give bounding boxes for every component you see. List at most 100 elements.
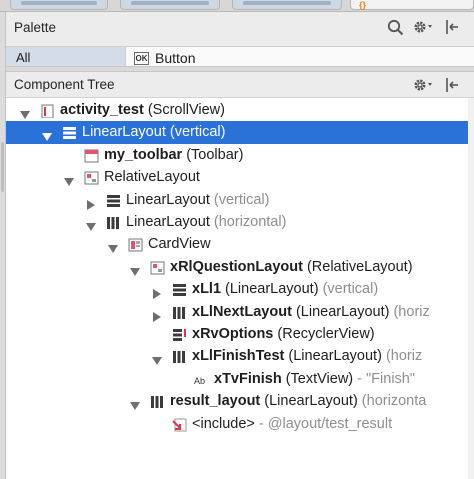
tree-row[interactable]: CardView [6,233,474,255]
tree-row[interactable]: <include> - @layout/test_result [6,413,474,435]
palette-list-row: All OK Button [6,46,474,67]
tree-row-label: LinearLayout (vertical) [126,189,269,211]
component-detail: (vertical) [318,281,379,298]
component-type: (LinearLayout) [291,303,390,320]
tree-row-label: xRlQuestionLayout (RelativeLayout) [170,256,413,278]
tree-row[interactable]: LinearLayout (horizontal) [6,211,474,233]
component-tree-header: Component Tree [6,72,474,98]
component-detail: (horiz [389,303,430,320]
hide-panel-icon[interactable] [442,76,462,94]
component-type: (LinearLayout) [260,393,358,410]
tree-row[interactable]: my_toolbar (Toolbar) [6,144,474,166]
editor-tab-strip: {} [0,0,474,12]
recyclerview-icon [172,327,187,341]
linearlayout-horizontal-icon [106,215,121,229]
tree-row-label: xLlFinishTest (LinearLayout) (horiz [192,345,422,367]
tab-title-bar [243,1,331,5]
component-name: LinearLayout [126,191,210,208]
palette-category-all[interactable]: All [6,47,126,67]
component-type: (RecyclerView) [273,326,375,342]
tree-row[interactable]: LinearLayout (vertical) [6,121,474,144]
component-type: (RelativeLayout) [302,258,413,275]
tree-row-label: xRvOptions (RecyclerView) [192,323,375,345]
component-detail: - @layout/test_result [254,415,393,432]
component-tree-title: Component Tree [14,77,115,92]
linearlayout-horizontal-icon [150,394,165,409]
tree-scrollbar[interactable] [468,98,474,479]
relativelayout-icon [150,260,165,275]
expand-arrow-icon[interactable] [130,262,140,276]
component-type: (vertical) [165,124,226,141]
editor-tab-active[interactable]: {} [350,0,474,10]
tab-title-bar [131,1,209,5]
expand-arrow-icon[interactable] [64,172,74,187]
expand-arrow-icon[interactable] [20,105,30,119]
cardview-icon [128,237,143,252]
component-name: xLlNextLayout [192,303,292,320]
component-name: xLlFinishTest [192,348,285,365]
component-type: (vertical) [209,191,270,208]
tree-row[interactable]: xRvOptions (RecyclerView) [6,323,474,345]
gear-icon[interactable] [412,18,436,36]
collapse-arrow-icon[interactable] [152,307,162,322]
component-type: (Toolbar) [182,146,244,163]
strip-grip[interactable] [1,142,4,192]
gear-icon[interactable] [412,76,436,94]
tree-row[interactable]: activity_test (ScrollView) [6,99,474,121]
component-name: my_toolbar [104,146,183,163]
component-name: LinearLayout [82,124,166,141]
component-detail: - "Finish" [353,370,415,387]
expand-arrow-icon[interactable] [108,239,118,254]
palette-category-label: All [16,50,31,65]
expand-arrow-icon[interactable] [42,127,52,142]
component-type: (LinearLayout) [284,348,382,365]
search-icon[interactable] [384,18,406,36]
component-type: (ScrollView) [143,102,225,118]
tree-row-label: LinearLayout (horizontal) [126,211,286,233]
tree-row-label: RelativeLayout [104,166,200,188]
tree-row-label: xLlNextLayout (LinearLayout) (horiz [192,301,430,323]
expand-arrow-icon[interactable] [86,217,96,231]
tree-row[interactable]: xLl1 (LinearLayout) (vertical) [6,278,474,300]
component-name: <include> [192,415,255,432]
tree-row[interactable]: RelativeLayout [6,166,474,188]
component-type: (horizontal) [209,214,287,230]
component-name: result_layout [170,393,261,410]
component-name: LinearLayout [126,214,210,230]
editor-tab[interactable] [120,0,220,10]
tree-row[interactable]: result_layout (LinearLayout) (horizonta [6,390,474,412]
tree-row[interactable]: Ab xTvFinish (TextView) - "Finish" [6,368,474,390]
tab-title-bar [21,1,97,5]
tree-row-label: xLl1 (LinearLayout) (vertical) [192,278,378,300]
component-type: (TextView) [281,370,354,387]
tree-row[interactable]: xLlFinishTest (LinearLayout) (horiz [6,345,474,367]
collapse-arrow-icon[interactable] [152,284,162,300]
tree-row-label: CardView [148,233,211,255]
tree-row[interactable]: LinearLayout (vertical) [6,189,474,211]
palette-panel: Palette All OK Button [6,12,474,67]
component-name: xTvFinish [214,370,282,387]
relativelayout-icon [84,170,99,185]
linearlayout-horizontal-icon [172,349,187,364]
component-detail: (horizonta [357,393,427,410]
editor-tab[interactable] [232,0,342,10]
component-tree-panel: Component Tree activity_test (ScrollView… [6,72,474,479]
expand-arrow-icon[interactable] [130,396,140,411]
component-name: xRvOptions [192,326,274,342]
tree-row-label: LinearLayout (vertical) [82,121,225,143]
editor-tab[interactable] [10,0,108,10]
tree-row-label: activity_test (ScrollView) [60,99,225,121]
palette-item-button[interactable]: Button [155,50,195,66]
tree-row-label: my_toolbar (Toolbar) [104,144,243,166]
toolbar-icon [84,148,99,163]
tree-row[interactable]: xRlQuestionLayout (RelativeLayout) [6,256,474,278]
expand-arrow-icon[interactable] [152,351,162,366]
tree-row-label: result_layout (LinearLayout) (horizonta [170,390,426,412]
tree-row-label: xTvFinish (TextView) - "Finish" [214,368,415,390]
palette-title: Palette [14,20,57,35]
tree-row[interactable]: xLlNextLayout (LinearLayout) (horiz [6,301,474,323]
textview-icon: Ab [194,372,209,386]
collapse-arrow-icon[interactable] [86,195,96,210]
button-widget-icon: OK [134,52,149,65]
hide-panel-icon[interactable] [442,18,462,36]
